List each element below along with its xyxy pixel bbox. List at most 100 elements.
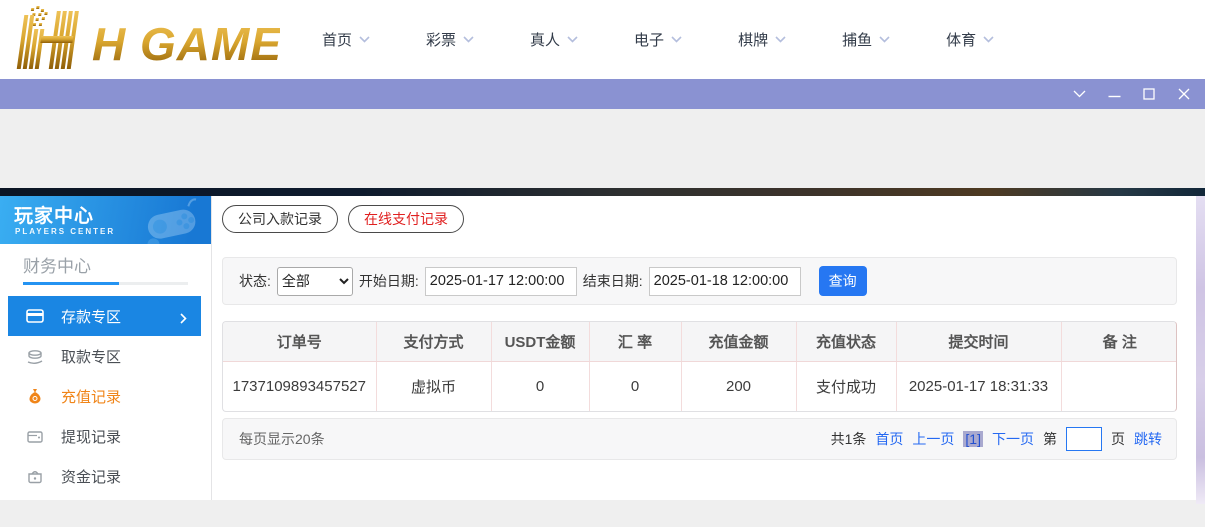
sidebar-header: 玩家中心 PLAYERS CENTER bbox=[0, 196, 211, 244]
nav-item-live[interactable]: 真人 bbox=[530, 29, 578, 50]
window-controls bbox=[1072, 79, 1191, 109]
jump-link[interactable]: 跳转 bbox=[1134, 429, 1162, 449]
nav-item-slots[interactable]: 电子 bbox=[634, 29, 682, 50]
col-usdt-amount: USDT金额 bbox=[491, 322, 589, 362]
sidebar-title: 玩家中心 bbox=[14, 201, 94, 228]
window-minimize-button[interactable] bbox=[1107, 87, 1121, 101]
chevron-down-icon bbox=[983, 36, 994, 43]
window-close-button[interactable] bbox=[1177, 87, 1191, 101]
current-page-indicator: [1] bbox=[963, 431, 983, 447]
nav-label: 体育 bbox=[946, 29, 976, 50]
cell-payment-method: 虚拟币 bbox=[376, 362, 491, 412]
sidebar-menu: 存款专区 取款专区 充值记录 提现记 bbox=[0, 296, 211, 496]
sidebar-item-label: 取款专区 bbox=[61, 346, 121, 367]
nav-item-fishing[interactable]: 捕鱼 bbox=[842, 29, 890, 50]
cell-exchange-rate: 0 bbox=[589, 362, 681, 412]
content-panel: 公司入款记录 在线支付记录 状态: 全部 开始日期: 结束日期: 查询 bbox=[212, 196, 1196, 500]
banner-strip bbox=[0, 188, 1205, 196]
col-remarks: 备 注 bbox=[1061, 322, 1177, 362]
sidebar-section-title: 财务中心 bbox=[23, 252, 91, 277]
nav-item-home[interactable]: 首页 bbox=[322, 29, 370, 50]
jump-suffix-label: 页 bbox=[1111, 429, 1125, 449]
status-select[interactable]: 全部 bbox=[277, 267, 353, 296]
sidebar-item-label: 存款专区 bbox=[61, 306, 121, 327]
logo-bars-icon bbox=[17, 6, 80, 69]
col-submit-time: 提交时间 bbox=[896, 322, 1061, 362]
prev-page-link[interactable]: 上一页 bbox=[912, 429, 954, 449]
col-payment-method: 支付方式 bbox=[376, 322, 491, 362]
wallet-icon bbox=[26, 429, 44, 444]
pagination-controls: 共1条 首页 上一页 [1] 下一页 第 页 跳转 bbox=[831, 427, 1162, 451]
end-date-label: 结束日期: bbox=[583, 271, 643, 291]
next-page-link[interactable]: 下一页 bbox=[992, 429, 1034, 449]
jump-prefix-label: 第 bbox=[1043, 429, 1057, 449]
chevron-down-icon bbox=[879, 36, 890, 43]
nav-label: 棋牌 bbox=[738, 29, 768, 50]
minimize-icon bbox=[1108, 88, 1121, 101]
cell-remarks bbox=[1061, 362, 1177, 412]
nav-item-lottery[interactable]: 彩票 bbox=[426, 29, 474, 50]
gamepad-icon bbox=[137, 196, 206, 244]
section-underline bbox=[23, 282, 188, 285]
col-order-number: 订单号 bbox=[223, 322, 376, 362]
sidebar-item-fund-records[interactable]: 资金记录 bbox=[0, 456, 211, 496]
sidebar-item-withdraw-zone[interactable]: 取款专区 bbox=[0, 336, 211, 376]
page-size-text: 每页显示20条 bbox=[239, 429, 325, 449]
end-date-input[interactable] bbox=[649, 267, 801, 296]
cell-order-number: 1737109893457527 bbox=[223, 362, 376, 412]
page-jump-input[interactable] bbox=[1066, 427, 1102, 451]
bank-card-icon bbox=[26, 309, 44, 323]
sidebar-item-label: 充值记录 bbox=[61, 386, 121, 407]
sidebar-item-label: 提现记录 bbox=[61, 426, 121, 447]
purse-icon bbox=[26, 469, 44, 484]
money-bag-icon bbox=[26, 388, 44, 404]
col-recharge-amount: 充值金额 bbox=[681, 322, 796, 362]
sidebar-item-deposit-zone[interactable]: 存款专区 bbox=[8, 296, 201, 336]
table-row: 1737109893457527 虚拟币 0 0 200 支付成功 2025-0… bbox=[223, 362, 1177, 412]
window-maximize-button[interactable] bbox=[1142, 87, 1156, 101]
query-button[interactable]: 查询 bbox=[819, 266, 867, 296]
records-table: 订单号 支付方式 USDT金额 汇 率 充值金额 充值状态 提交时间 备 注 1… bbox=[222, 321, 1177, 412]
page-scrollbar[interactable] bbox=[1196, 196, 1205, 504]
chevron-down-icon bbox=[775, 36, 786, 43]
total-count-text: 共1条 bbox=[831, 429, 867, 449]
nav-label: 彩票 bbox=[426, 29, 456, 50]
record-tabs: 公司入款记录 在线支付记录 bbox=[222, 205, 464, 233]
chevron-down-icon bbox=[671, 36, 682, 43]
chevron-down-icon bbox=[567, 36, 578, 43]
site-header: H GAME 首页 彩票 真人 电子 棋牌 bbox=[0, 0, 1205, 79]
sidebar-item-label: 资金记录 bbox=[61, 466, 121, 487]
start-date-input[interactable] bbox=[425, 267, 577, 296]
window-dropdown-button[interactable] bbox=[1072, 87, 1086, 101]
cell-recharge-status: 支付成功 bbox=[796, 362, 896, 412]
nav-label: 电子 bbox=[634, 29, 664, 50]
start-date-label: 开始日期: bbox=[359, 271, 419, 291]
chevron-down-icon bbox=[359, 36, 370, 43]
col-exchange-rate: 汇 率 bbox=[589, 322, 681, 362]
cell-usdt-amount: 0 bbox=[491, 362, 589, 412]
nav-label: 首页 bbox=[322, 29, 352, 50]
chevron-down-icon bbox=[463, 36, 474, 43]
sidebar-item-recharge-records[interactable]: 充值记录 bbox=[0, 376, 211, 416]
nav-item-sports[interactable]: 体育 bbox=[946, 29, 994, 50]
logo-text: H GAME bbox=[92, 18, 280, 70]
window-titlebar bbox=[0, 79, 1205, 109]
close-icon bbox=[1178, 88, 1190, 100]
col-recharge-status: 充值状态 bbox=[796, 322, 896, 362]
first-page-link[interactable]: 首页 bbox=[875, 429, 903, 449]
table-header-row: 订单号 支付方式 USDT金额 汇 率 充值金额 充值状态 提交时间 备 注 bbox=[223, 322, 1177, 362]
cell-recharge-amount: 200 bbox=[681, 362, 796, 412]
sidebar: 玩家中心 PLAYERS CENTER 财务中心 存款专区 bbox=[0, 196, 212, 500]
filter-bar: 状态: 全部 开始日期: 结束日期: 查询 bbox=[222, 257, 1177, 305]
chevron-right-icon bbox=[180, 311, 187, 328]
sidebar-item-withdrawal-records[interactable]: 提现记录 bbox=[0, 416, 211, 456]
nav-label: 捕鱼 bbox=[842, 29, 872, 50]
tab-online-payment-records[interactable]: 在线支付记录 bbox=[348, 205, 464, 233]
cell-submit-time: 2025-01-17 18:31:33 bbox=[896, 362, 1061, 412]
app-window: H GAME 首页 彩票 真人 电子 棋牌 bbox=[0, 0, 1205, 527]
sidebar-subtitle: PLAYERS CENTER bbox=[15, 227, 115, 236]
nav-item-board-games[interactable]: 棋牌 bbox=[738, 29, 786, 50]
nav-label: 真人 bbox=[530, 29, 560, 50]
tab-company-deposit-records[interactable]: 公司入款记录 bbox=[222, 205, 338, 233]
status-label: 状态: bbox=[239, 271, 271, 291]
